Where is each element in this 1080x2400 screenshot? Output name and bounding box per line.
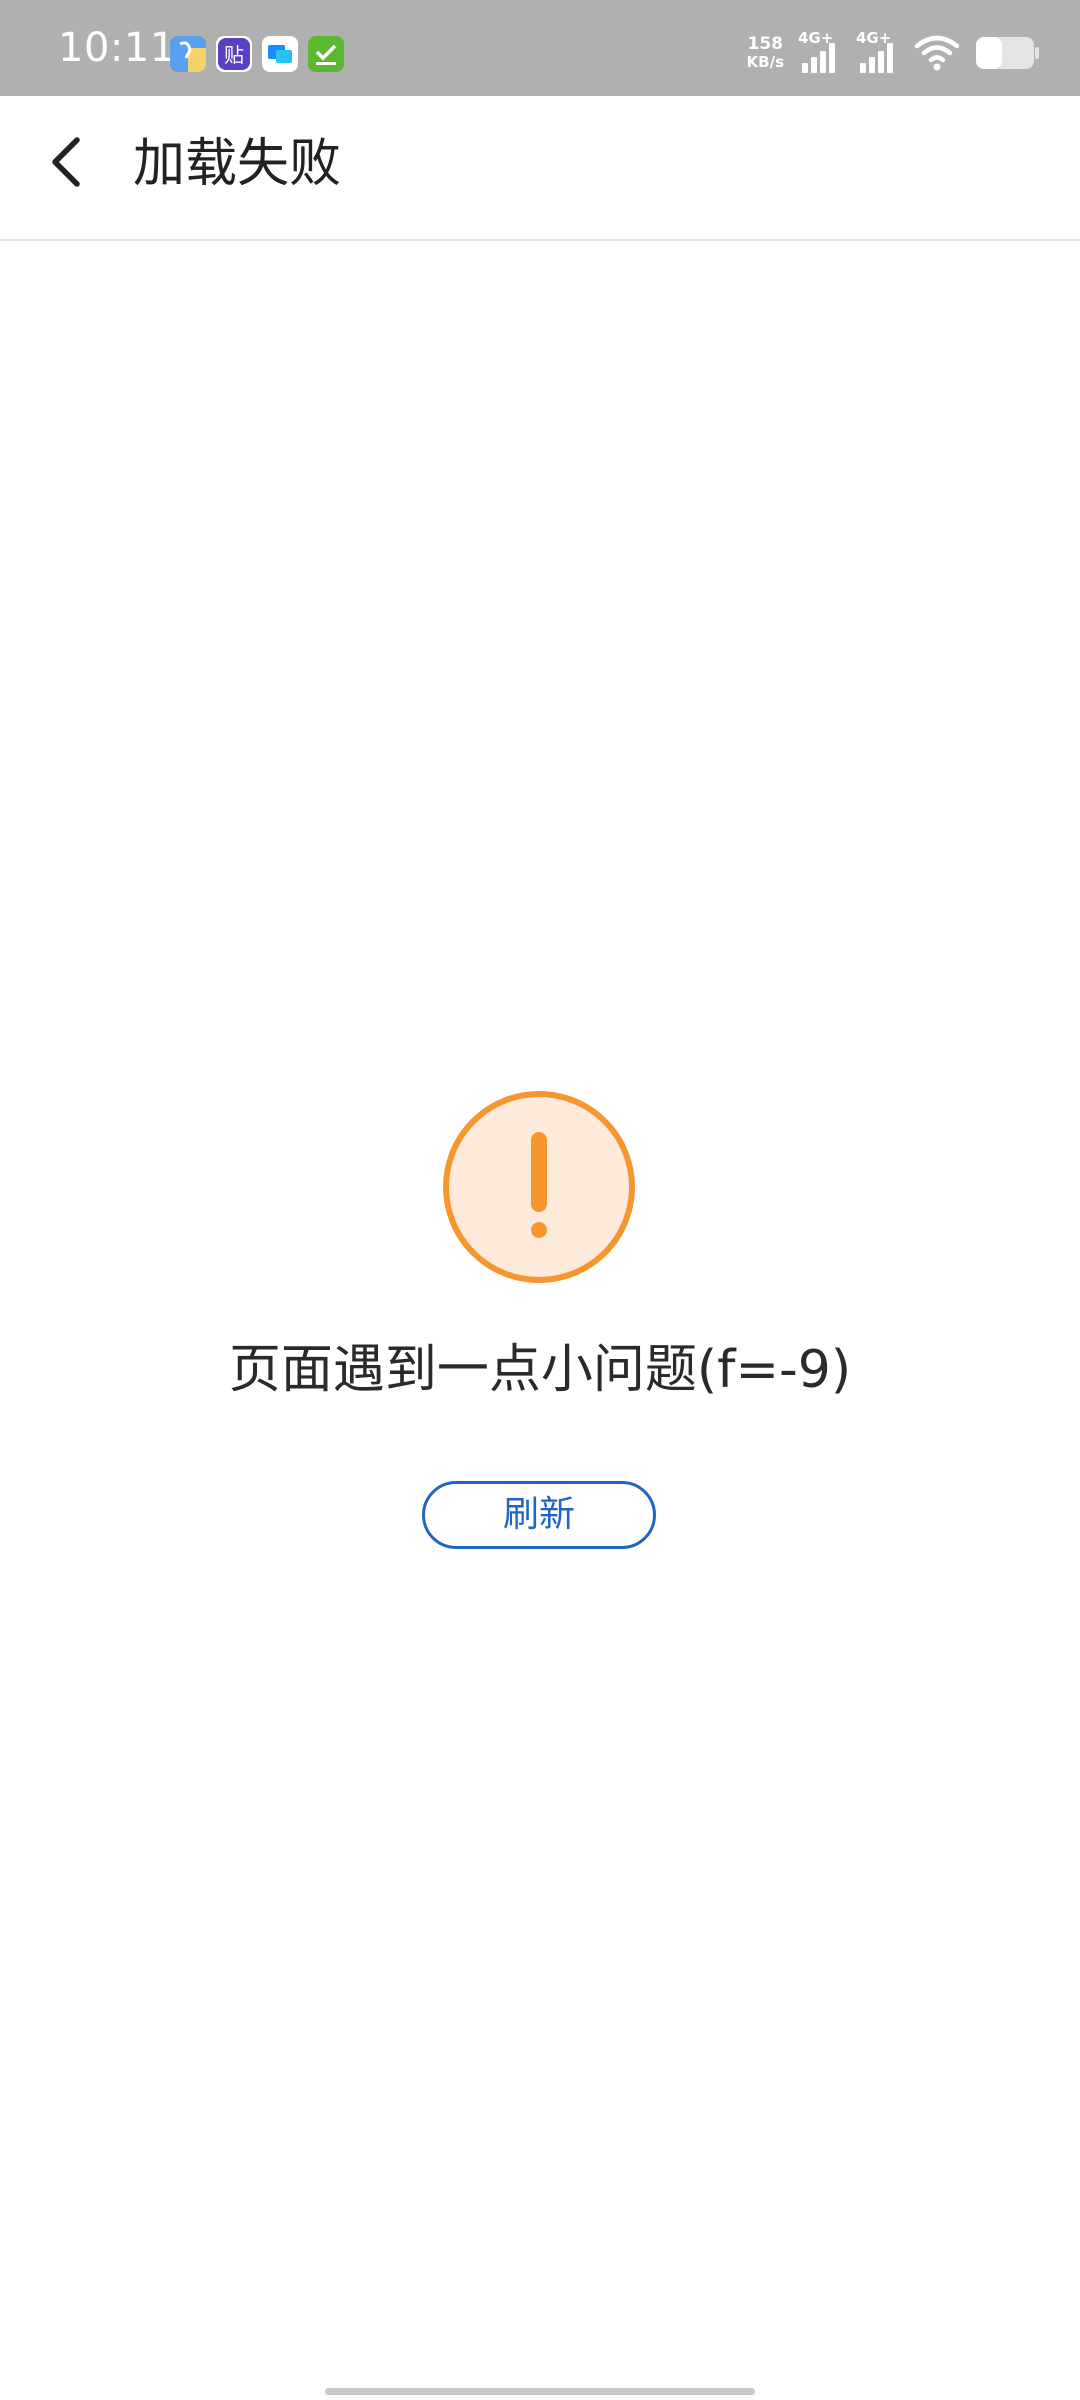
- network-speed: 158 KB/s: [747, 35, 784, 71]
- chat-app-icon: [262, 36, 298, 72]
- notification-icons: 贴: [170, 36, 344, 72]
- network-speed-unit: KB/s: [746, 53, 784, 71]
- gesture-bar[interactable]: [325, 2388, 755, 2395]
- error-message: 页面遇到一点小问题(f=-9): [228, 1340, 852, 1400]
- location-app-icon: [170, 36, 206, 72]
- tieba-app-icon: 贴: [216, 36, 252, 72]
- sim2-signal: 4G+: [856, 31, 900, 75]
- network-speed-value: 158: [747, 34, 784, 54]
- status-bar: 10:11 贴 158 KB/s 4G+ 4G+: [0, 0, 1080, 96]
- task-check-app-icon: [308, 36, 344, 72]
- signal-icon: [860, 43, 893, 73]
- back-button[interactable]: [38, 130, 92, 194]
- battery-icon: [976, 37, 1039, 69]
- status-time: 10:11: [58, 25, 176, 71]
- warning-exclamation-icon: [443, 1091, 635, 1283]
- page-title: 加载失败: [133, 134, 342, 194]
- signal-icon: [802, 43, 835, 73]
- back-arrow-icon: [52, 137, 80, 187]
- wifi-icon: [914, 35, 960, 71]
- toolbar: 加载失败: [0, 96, 1080, 241]
- refresh-button[interactable]: 刷新: [422, 1481, 656, 1549]
- status-right: 158 KB/s 4G+ 4G+: [747, 28, 1040, 78]
- svg-text:贴: 贴: [224, 43, 244, 67]
- sim1-signal: 4G+: [798, 31, 842, 75]
